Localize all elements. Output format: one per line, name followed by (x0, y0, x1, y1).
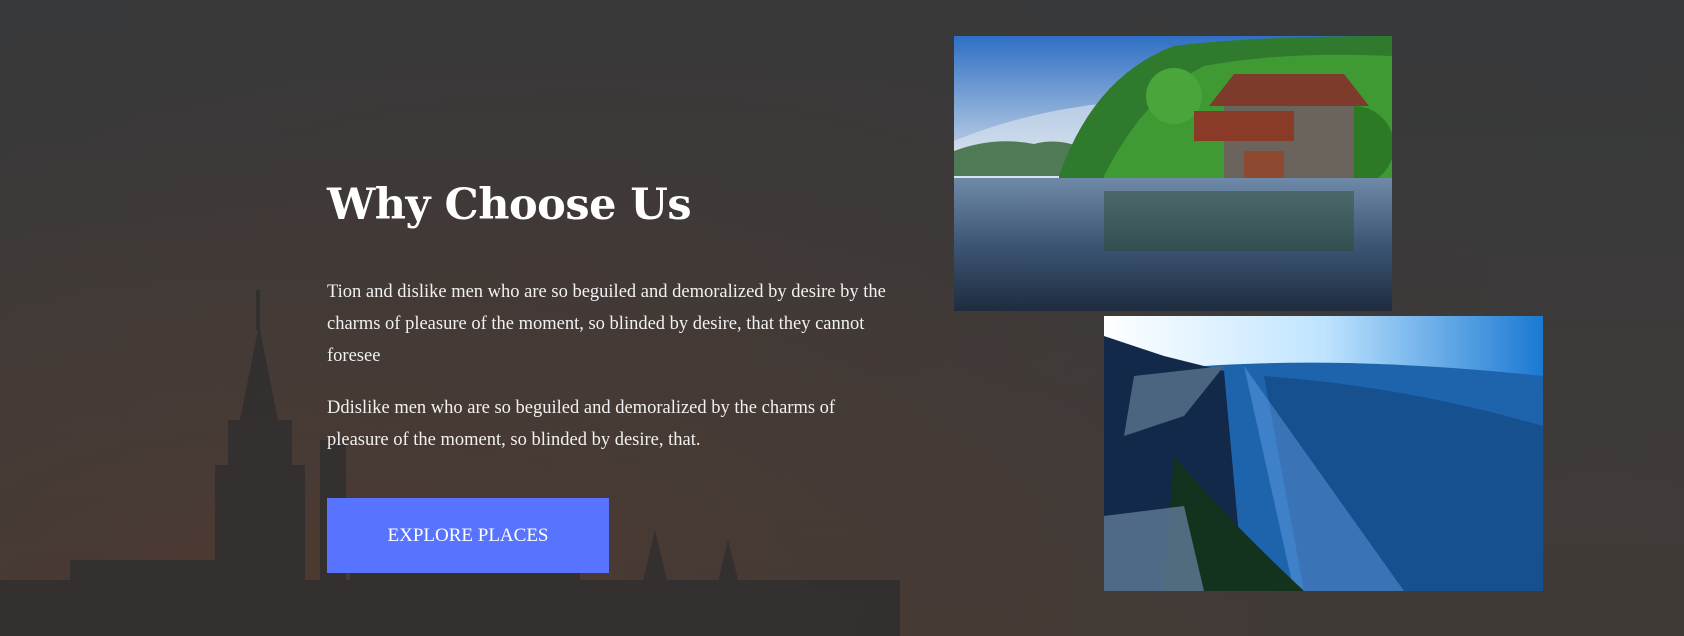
lake-boathouse-photo (954, 36, 1392, 311)
section-title: Why Choose Us (327, 180, 692, 230)
description-paragraph-1: Tion and dislike men who are so beguiled… (327, 282, 886, 366)
mountain-valley-photo (1104, 316, 1543, 591)
description-paragraph-2: Ddislike men who are so beguiled and dem… (327, 398, 836, 450)
why-choose-us-content: Why Choose Us Tion and dislike men who a… (327, 170, 887, 456)
explore-places-button[interactable]: EXPLORE PLACES (327, 498, 609, 573)
